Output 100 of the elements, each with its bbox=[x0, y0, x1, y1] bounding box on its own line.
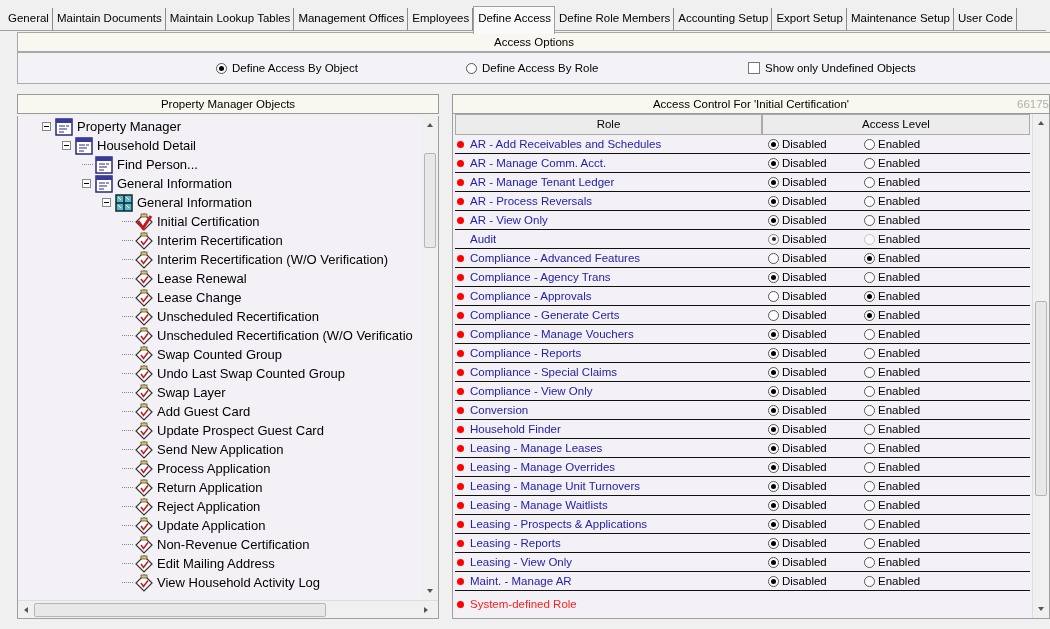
radio-button[interactable] bbox=[864, 480, 875, 492]
radio-button[interactable] bbox=[768, 138, 779, 150]
radio-button[interactable] bbox=[864, 461, 875, 473]
column-header[interactable]: Role bbox=[455, 114, 762, 135]
radio-button[interactable] bbox=[768, 404, 779, 416]
radio-button[interactable] bbox=[768, 271, 779, 283]
radio-button[interactable] bbox=[864, 252, 875, 264]
tree-item[interactable]: Non-Revenue Certification bbox=[156, 537, 311, 552]
tree-item[interactable]: View Household Activity Log bbox=[156, 575, 322, 590]
tree-item[interactable]: Initial Certification bbox=[156, 214, 261, 229]
radio-label: Disabled bbox=[782, 176, 827, 188]
radio-button[interactable] bbox=[864, 404, 875, 416]
radio-button[interactable] bbox=[864, 518, 875, 530]
tree-item[interactable]: Unscheduled Recertification bbox=[156, 309, 320, 324]
radio-button[interactable] bbox=[768, 252, 779, 264]
tree-item[interactable]: Swap Layer bbox=[156, 385, 227, 400]
radio-button[interactable] bbox=[864, 176, 875, 188]
tree-item[interactable]: Reject Application bbox=[156, 499, 262, 514]
radio-label: Disabled bbox=[782, 537, 827, 549]
radio-button[interactable] bbox=[768, 214, 779, 226]
radio-button[interactable] bbox=[768, 290, 779, 302]
collapse-toggle[interactable] bbox=[82, 179, 91, 188]
radio-button[interactable] bbox=[768, 575, 779, 587]
radio-button[interactable] bbox=[864, 233, 875, 245]
tree-item[interactable]: Update Application bbox=[156, 518, 267, 533]
radio-button[interactable] bbox=[768, 423, 779, 435]
tab[interactable]: Define Access bbox=[473, 6, 556, 34]
radio-button[interactable] bbox=[768, 309, 779, 321]
radio-button[interactable] bbox=[768, 556, 779, 568]
radio-button[interactable] bbox=[768, 195, 779, 207]
radio-button[interactable] bbox=[864, 138, 875, 150]
radio-label: Enabled bbox=[878, 518, 921, 530]
tree-item[interactable]: General Information bbox=[136, 195, 253, 210]
radio-button[interactable] bbox=[864, 423, 875, 435]
radio-button[interactable] bbox=[768, 328, 779, 340]
radio-label: Disabled bbox=[782, 233, 827, 245]
radio-button[interactable] bbox=[768, 157, 779, 169]
collapse-toggle[interactable] bbox=[42, 122, 51, 131]
radio-label: Disabled bbox=[782, 442, 827, 454]
radio-button[interactable] bbox=[864, 347, 875, 359]
radio-button[interactable] bbox=[864, 556, 875, 568]
radio-label: Disabled bbox=[782, 214, 827, 226]
radio-button[interactable] bbox=[864, 575, 875, 587]
radio-button[interactable] bbox=[864, 271, 875, 283]
radio-button[interactable] bbox=[768, 537, 779, 549]
radio-button[interactable] bbox=[864, 157, 875, 169]
radio-label: Disabled bbox=[782, 423, 827, 435]
radio-button[interactable] bbox=[864, 290, 875, 302]
radio-button[interactable] bbox=[864, 195, 875, 207]
horizontal-scrollbar[interactable] bbox=[18, 600, 438, 618]
tree-item[interactable]: Household Detail bbox=[96, 138, 197, 153]
radio-label: Disabled bbox=[782, 461, 827, 473]
tree-item[interactable]: Interim Recertification bbox=[156, 233, 284, 248]
radio-label: Enabled bbox=[878, 575, 921, 587]
tree-item[interactable]: Find Person... bbox=[116, 157, 199, 172]
radio-button[interactable] bbox=[864, 537, 875, 549]
radio-button[interactable] bbox=[466, 62, 477, 74]
tree-item[interactable]: Edit Mailing Address bbox=[156, 556, 276, 571]
vertical-scrollbar[interactable] bbox=[422, 116, 438, 600]
tree-item[interactable]: Undo Last Swap Counted Group bbox=[156, 366, 346, 381]
checkbox[interactable] bbox=[748, 62, 760, 74]
radio-button[interactable] bbox=[864, 385, 875, 397]
radio-button[interactable] bbox=[864, 309, 875, 321]
vertical-scrollbar[interactable] bbox=[1032, 114, 1049, 618]
radio-button[interactable] bbox=[864, 214, 875, 226]
radio-label: Disabled bbox=[782, 385, 827, 397]
radio-button[interactable] bbox=[768, 480, 779, 492]
tree-item[interactable]: Update Prospect Guest Card bbox=[156, 423, 325, 438]
tree-item[interactable]: Lease Renewal bbox=[156, 271, 248, 286]
tree-item[interactable]: Unscheduled Recertification (W/O Verificatio bbox=[156, 328, 414, 343]
radio-button[interactable] bbox=[768, 366, 779, 378]
role-name: AR - Manage Comm. Acct. bbox=[470, 157, 607, 169]
radio-button[interactable] bbox=[864, 442, 875, 454]
tree-item[interactable]: Send New Application bbox=[156, 442, 285, 457]
tree-item[interactable]: Swap Counted Group bbox=[156, 347, 284, 362]
section-header: Access Options bbox=[18, 33, 1050, 53]
radio-button[interactable] bbox=[216, 62, 227, 74]
radio-button[interactable] bbox=[768, 442, 779, 454]
radio-button[interactable] bbox=[768, 461, 779, 473]
tree-item[interactable]: Property Manager bbox=[76, 119, 183, 134]
radio-label: Enabled bbox=[878, 461, 921, 473]
radio-button[interactable] bbox=[768, 176, 779, 188]
radio-button[interactable] bbox=[768, 347, 779, 359]
radio-button[interactable] bbox=[768, 499, 779, 511]
tree-item[interactable]: Process Application bbox=[156, 461, 272, 476]
tree-item[interactable]: Return Application bbox=[156, 480, 264, 495]
radio-button[interactable] bbox=[768, 518, 779, 530]
collapse-toggle[interactable] bbox=[102, 198, 111, 207]
radio-button[interactable] bbox=[864, 499, 875, 511]
radio-button[interactable] bbox=[768, 233, 779, 245]
collapse-toggle[interactable] bbox=[62, 141, 71, 150]
tree-item[interactable]: General Information bbox=[116, 176, 233, 191]
tree-item[interactable]: Add Guest Card bbox=[156, 404, 252, 419]
radio-label: Enabled bbox=[878, 423, 921, 435]
tree-item[interactable]: Interim Recertification (W/O Verification) bbox=[156, 252, 390, 267]
radio-button[interactable] bbox=[864, 328, 875, 340]
radio-button[interactable] bbox=[864, 366, 875, 378]
column-header[interactable]: Access Level bbox=[762, 114, 1030, 135]
tree-item[interactable]: Lease Change bbox=[156, 290, 243, 305]
radio-button[interactable] bbox=[768, 385, 779, 397]
